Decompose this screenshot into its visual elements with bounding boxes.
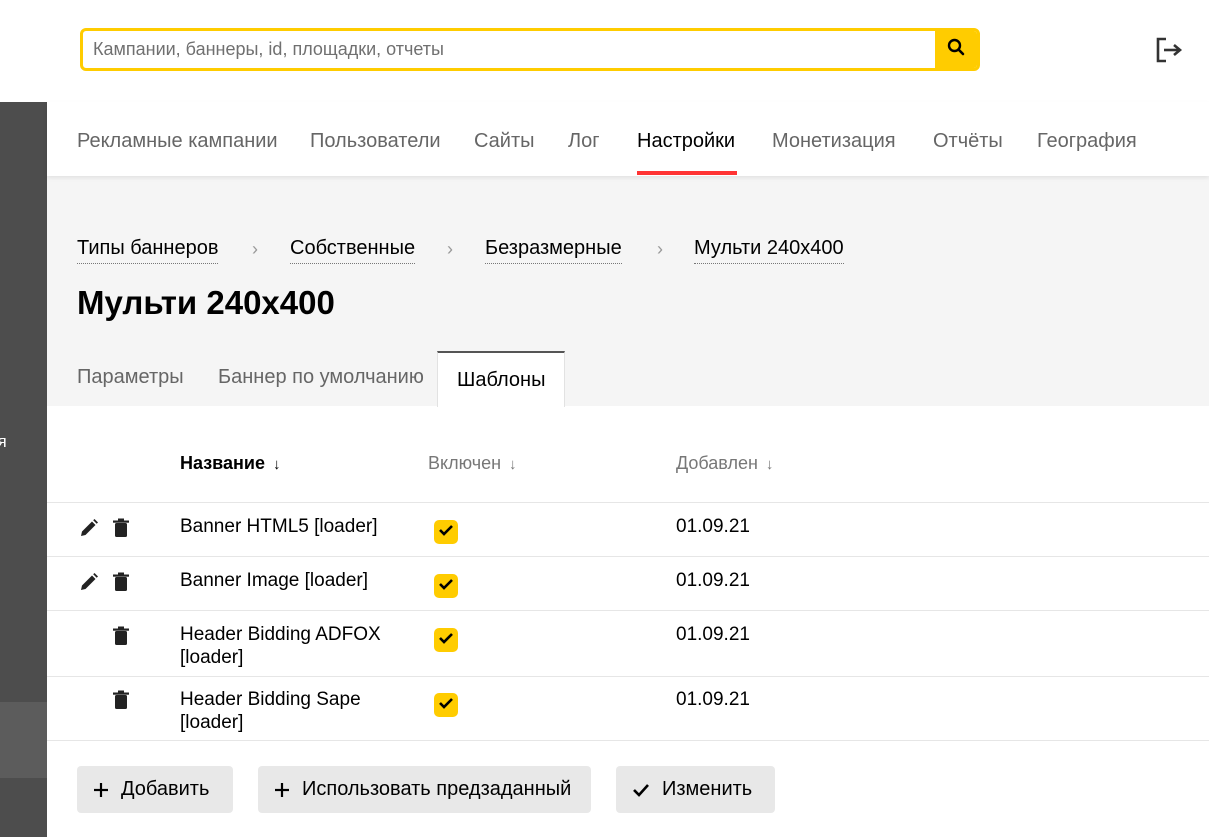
nav-active-indicator: [637, 171, 737, 175]
nav-item-log[interactable]: Лог: [568, 130, 600, 153]
nav-item-users[interactable]: Пользователи: [310, 130, 441, 153]
column-header-label: Включен: [428, 453, 502, 473]
breadcrumb-item[interactable]: Типы баннеров: [77, 237, 219, 264]
template-name-cont: [loader]: [180, 712, 244, 733]
enabled-checkbox[interactable]: [434, 628, 458, 652]
column-header-label: Добавлен: [676, 453, 758, 473]
delete-button[interactable]: [112, 690, 132, 710]
breadcrumb-separator: ›: [657, 239, 663, 259]
edit-button[interactable]: [79, 518, 99, 538]
trash-icon: [112, 572, 130, 596]
nav-item-geography[interactable]: География: [1037, 130, 1137, 153]
page-title: Мульти 240x400: [77, 284, 335, 321]
tab-templates[interactable]: Шаблоны: [437, 351, 566, 407]
checkmark-icon: [438, 577, 454, 596]
content-header: Типы баннеров › Собственные › Безразмерн…: [47, 176, 1209, 407]
breadcrumb-item[interactable]: Собственные: [290, 237, 416, 264]
breadcrumb-item[interactable]: Безразмерные: [485, 237, 622, 264]
use-preset-button[interactable]: Использовать предзаданный: [258, 766, 591, 813]
left-sidebar: ия: [0, 102, 47, 837]
plus-icon: [93, 782, 109, 798]
logout-button[interactable]: [1155, 37, 1183, 63]
sidebar-item-label[interactable]: ия: [0, 432, 7, 452]
template-name-cont: [loader]: [180, 647, 244, 668]
row-divider: [47, 676, 1209, 677]
search-button[interactable]: [935, 31, 977, 68]
nav-item-campaigns[interactable]: Рекламные кампании: [77, 130, 278, 153]
plus-icon: [274, 782, 290, 798]
nav-item-reports[interactable]: Отчёты: [933, 130, 1003, 153]
delete-button[interactable]: [112, 518, 132, 538]
sort-arrow-icon: ↓: [272, 456, 281, 473]
column-header-label: Название: [180, 453, 265, 473]
row-divider: [47, 610, 1209, 611]
pencil-icon: [79, 573, 99, 596]
column-header-enabled[interactable]: Включен ↓: [428, 453, 517, 474]
breadcrumb-separator: ›: [252, 239, 258, 259]
column-header-name[interactable]: Название ↓: [180, 453, 280, 474]
row-divider: [47, 502, 1209, 503]
breadcrumb-item-current[interactable]: Мульти 240x400: [694, 237, 844, 264]
enabled-checkbox[interactable]: [434, 520, 458, 544]
tab-parameters[interactable]: Параметры: [77, 366, 184, 389]
enabled-checkbox[interactable]: [434, 693, 458, 717]
breadcrumb-separator: ›: [447, 239, 453, 259]
edit-button[interactable]: [79, 572, 99, 592]
pencil-icon: [79, 519, 99, 542]
nav-item-monetization[interactable]: Монетизация: [772, 130, 896, 153]
search-input[interactable]: [83, 31, 938, 68]
sidebar-active-item[interactable]: [0, 702, 47, 778]
nav-item-sites[interactable]: Сайты: [474, 130, 535, 153]
template-name: Header Bidding ADFOX: [180, 624, 381, 645]
column-header-added[interactable]: Добавлен ↓: [676, 453, 773, 474]
sort-arrow-icon: ↓: [509, 456, 517, 473]
delete-button[interactable]: [112, 572, 132, 592]
checkmark-icon: [438, 523, 454, 542]
template-name: Banner HTML5 [loader]: [180, 516, 378, 537]
logout-icon: [1155, 37, 1183, 67]
top-bar: [0, 0, 1209, 102]
search-icon: [947, 38, 965, 61]
main-nav: Рекламные кампании Пользователи Сайты Ло…: [47, 102, 1209, 176]
added-date: 01.09.21: [676, 570, 750, 591]
added-date: 01.09.21: [676, 624, 750, 645]
checkmark-icon: [438, 631, 454, 650]
edit-templates-button[interactable]: Изменить: [616, 766, 775, 813]
checkmark-icon: [632, 783, 650, 797]
sort-arrow-icon: ↓: [765, 456, 774, 473]
enabled-checkbox[interactable]: [434, 574, 458, 598]
use-preset-button-label: Использовать предзаданный: [302, 778, 572, 800]
tab-default-banner[interactable]: Баннер по умолчанию: [218, 366, 424, 389]
edit-templates-button-label: Изменить: [662, 778, 753, 800]
row-divider: [47, 556, 1209, 557]
add-button[interactable]: Добавить: [77, 766, 233, 813]
added-date: 01.09.21: [676, 689, 750, 710]
search-box: [80, 28, 980, 71]
added-date: 01.09.21: [676, 516, 750, 537]
trash-icon: [112, 518, 130, 542]
trash-icon: [112, 626, 130, 650]
nav-item-settings[interactable]: Настройки: [637, 130, 735, 153]
checkmark-icon: [438, 696, 454, 715]
template-name: Banner Image [loader]: [180, 570, 369, 591]
trash-icon: [112, 690, 130, 714]
delete-button[interactable]: [112, 626, 132, 646]
template-name: Header Bidding Sape: [180, 689, 361, 710]
add-button-label: Добавить: [121, 778, 210, 800]
row-divider: [47, 740, 1209, 741]
